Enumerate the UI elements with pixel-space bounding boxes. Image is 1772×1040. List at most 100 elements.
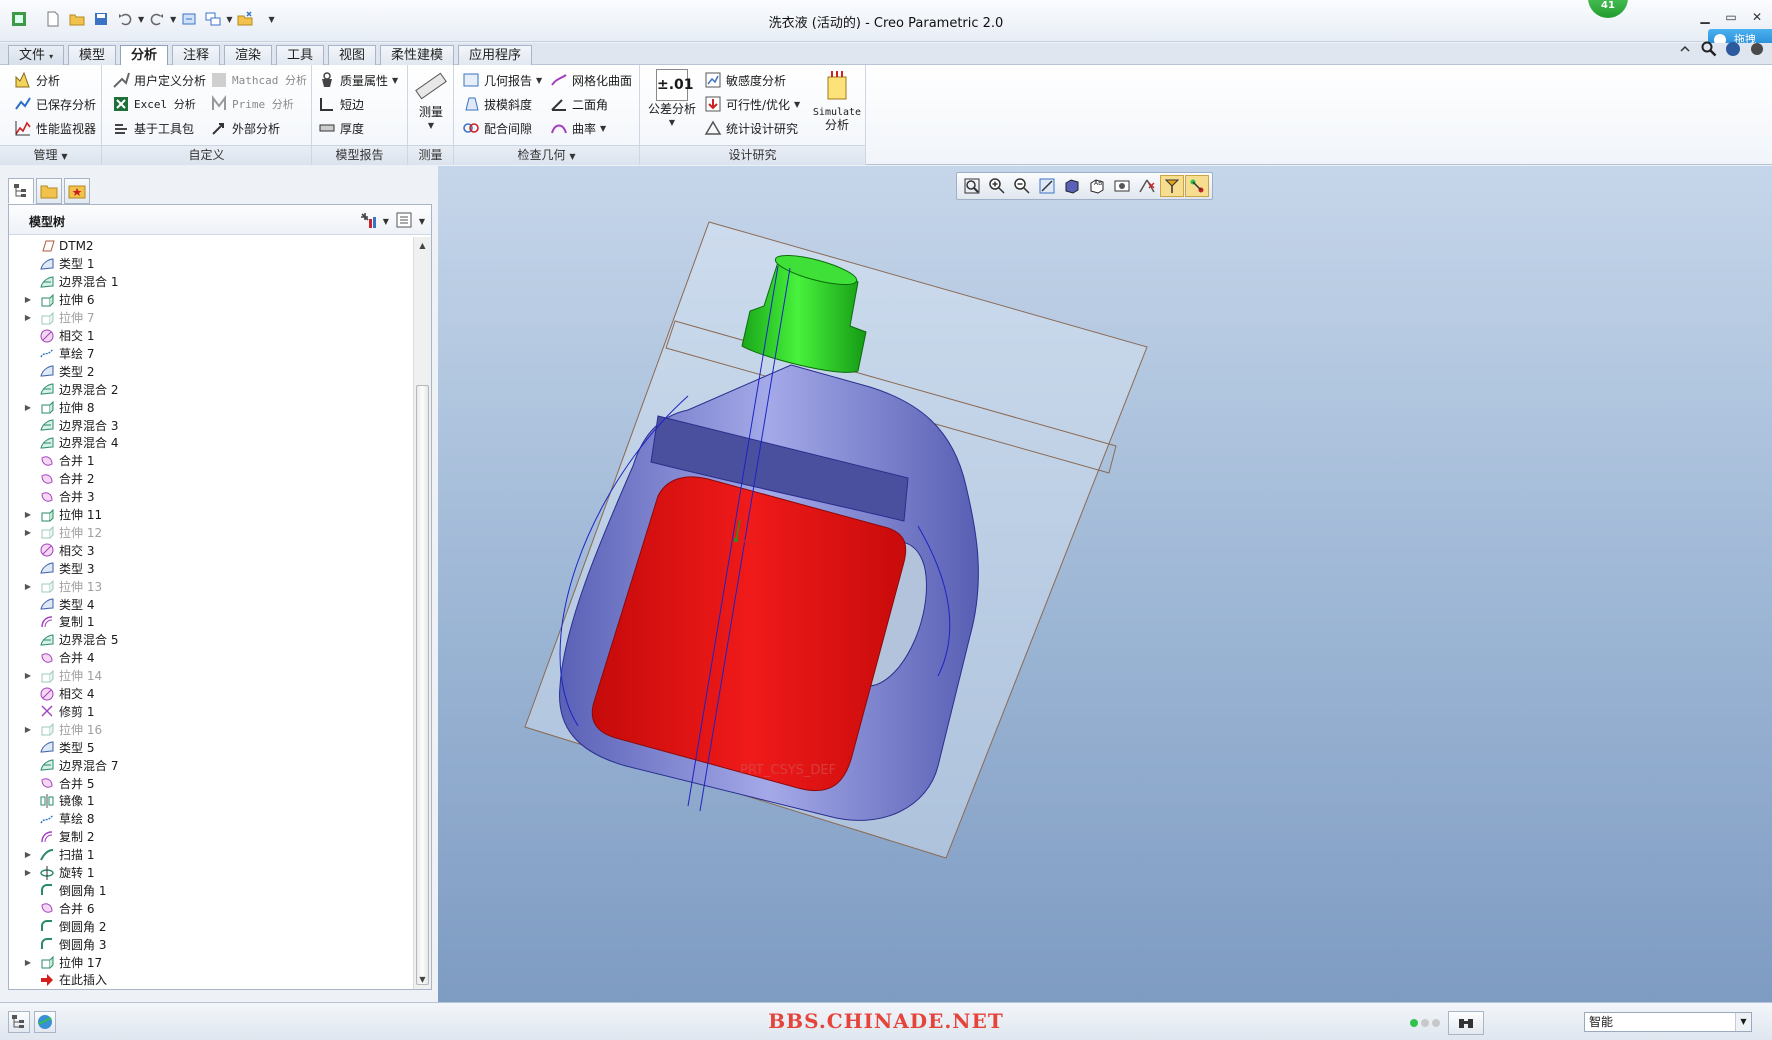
tree-item[interactable]: 草绘 8 xyxy=(9,810,413,828)
sensitivity-analysis-button[interactable]: 敏感度分析 xyxy=(704,69,786,91)
prime-analysis-button[interactable]: Prime 分析 xyxy=(210,93,294,115)
tree-item[interactable]: 相交 1 xyxy=(9,327,413,345)
measure-button[interactable]: 测量 ▼ xyxy=(414,69,448,132)
user-defined-analysis-button[interactable]: 用户定义分析 xyxy=(112,69,206,91)
tab-analysis[interactable]: 分析 xyxy=(120,45,169,66)
short-edge-button[interactable]: 短边 xyxy=(318,93,364,115)
tree-item[interactable]: 合并 4 xyxy=(9,649,413,667)
external-analysis-button[interactable]: 外部分析 xyxy=(210,117,280,139)
graphics-viewport[interactable]: PRT_CSYS_DEF xyxy=(438,166,1772,1002)
folder-browser-tab[interactable] xyxy=(36,178,62,204)
tree-item[interactable]: 类型 5 xyxy=(9,738,413,756)
bottle-model[interactable]: PRT_CSYS_DEF xyxy=(438,166,1772,1002)
measure-dropdown-icon[interactable]: ▼ xyxy=(414,119,448,132)
geometry-report-dropdown-icon[interactable]: ▼ xyxy=(536,76,542,85)
tree-item[interactable]: ▶ 拉伸 14 xyxy=(9,667,413,685)
tree-item[interactable]: 倒圆角 2 xyxy=(9,917,413,935)
tree-item[interactable]: 倒圆角 3 xyxy=(9,935,413,953)
tree-item[interactable]: 倒圆角 1 xyxy=(9,881,413,899)
clearance-button[interactable]: 配合间隙 xyxy=(462,117,532,139)
tree-item[interactable]: 边界混合 4 xyxy=(9,434,413,452)
tree-item[interactable]: 类型 4 xyxy=(9,595,413,613)
tree-item[interactable]: 合并 5 xyxy=(9,774,413,792)
tree-item[interactable]: ▶ 拉伸 16 xyxy=(9,720,413,738)
scroll-thumb[interactable] xyxy=(416,385,429,985)
model-tree-tab[interactable] xyxy=(8,178,34,204)
tree-item[interactable]: 镜像 1 xyxy=(9,792,413,810)
expand-arrow-icon[interactable]: ▶ xyxy=(21,850,35,859)
thickness-button[interactable]: 厚度 xyxy=(318,117,364,139)
tab-annotate[interactable]: 注释 xyxy=(172,45,221,65)
feasibility-dropdown-icon[interactable]: ▼ xyxy=(794,100,800,109)
help-menu-icon[interactable] xyxy=(1748,40,1766,58)
group-manage-label[interactable]: 管理 ▼ xyxy=(0,145,101,165)
help-icon[interactable] xyxy=(1724,40,1742,58)
tree-item[interactable]: 合并 2 xyxy=(9,470,413,488)
tree-item[interactable]: ▶ 拉伸 6 xyxy=(9,291,413,309)
zoom-in-icon[interactable] xyxy=(985,175,1009,197)
tree-item[interactable]: ▶ 拉伸 12 xyxy=(9,523,413,541)
view-manager-icon[interactable] xyxy=(1110,175,1134,197)
tab-applications[interactable]: 应用程序 xyxy=(458,45,533,65)
tree-item[interactable]: DTM2 xyxy=(9,237,413,255)
tree-item[interactable]: 相交 3 xyxy=(9,541,413,559)
show-columns-dropdown-icon[interactable]: ▼ xyxy=(419,217,425,226)
tree-item[interactable]: 相交 4 xyxy=(9,685,413,703)
draft-button[interactable]: 拔模斜度 xyxy=(462,93,532,115)
tree-item[interactable]: ▶ 扫描 1 xyxy=(9,846,413,864)
feasibility-optimization-button[interactable]: 可行性/优化 ▼ xyxy=(704,93,800,115)
curvature-button[interactable]: 曲率 ▼ xyxy=(550,117,606,139)
tree-item[interactable]: ▶ 拉伸 8 xyxy=(9,398,413,416)
simulate-analysis-button[interactable]: Simulate 分析 xyxy=(810,69,864,132)
favorites-tab[interactable] xyxy=(64,178,90,204)
tree-settings-dropdown-icon[interactable]: ▼ xyxy=(383,217,389,226)
tab-view[interactable]: 视图 xyxy=(328,45,377,65)
annotation-display-icon[interactable] xyxy=(1185,175,1209,197)
mass-properties-dropdown-icon[interactable]: ▼ xyxy=(392,76,398,85)
expand-arrow-icon[interactable]: ▶ xyxy=(21,295,35,304)
tab-render[interactable]: 渲染 xyxy=(224,45,273,65)
tree-item[interactable]: 合并 6 xyxy=(9,899,413,917)
tree-item[interactable]: 合并 3 xyxy=(9,488,413,506)
scroll-up-icon[interactable]: ▲ xyxy=(416,239,429,253)
excel-analysis-button[interactable]: Excel 分析 xyxy=(112,93,196,115)
group-inspect-geometry-label[interactable]: 检查几何 ▼ xyxy=(454,145,639,165)
collapse-ribbon-icon[interactable] xyxy=(1676,40,1694,58)
tree-item[interactable]: 边界混合 7 xyxy=(9,756,413,774)
scroll-down-icon[interactable]: ▼ xyxy=(416,973,429,987)
tree-item[interactable]: 修剪 1 xyxy=(9,702,413,720)
tree-item[interactable]: 类型 3 xyxy=(9,559,413,577)
tree-item[interactable]: 边界混合 1 xyxy=(9,273,413,291)
mesh-surface-button[interactable]: 网格化曲面 xyxy=(550,69,632,91)
tree-item[interactable]: ▶ 拉伸 17 xyxy=(9,953,413,971)
expand-arrow-icon[interactable]: ▶ xyxy=(21,958,35,967)
tree-item[interactable]: 在此插入 xyxy=(9,971,413,989)
tree-item[interactable]: ▶ 拉伸 11 xyxy=(9,506,413,524)
expand-arrow-icon[interactable]: ▶ xyxy=(21,868,35,877)
zoom-out-icon[interactable] xyxy=(1010,175,1034,197)
tree-item[interactable]: 类型 1 xyxy=(9,255,413,273)
tree-item[interactable]: ▶ 旋转 1 xyxy=(9,864,413,882)
tab-tools[interactable]: 工具 xyxy=(276,45,325,65)
search-icon[interactable] xyxy=(1700,40,1718,58)
tree-scrollbar[interactable]: ▲ ▼ xyxy=(413,237,431,989)
curvature-dropdown-icon[interactable]: ▼ xyxy=(600,124,606,133)
tree-item[interactable]: 合并 1 xyxy=(9,452,413,470)
minimize-icon[interactable]: ▁ xyxy=(1698,10,1712,24)
tab-file[interactable]: 文件 ▾ xyxy=(8,45,65,65)
maximize-icon[interactable]: ▭ xyxy=(1724,10,1738,24)
tab-model[interactable]: 模型 xyxy=(68,45,117,65)
tree-item[interactable]: 草绘 7 xyxy=(9,344,413,362)
expand-arrow-icon[interactable]: ▶ xyxy=(21,725,35,734)
tab-flexible-modeling[interactable]: 柔性建模 xyxy=(380,45,455,65)
expand-arrow-icon[interactable]: ▶ xyxy=(21,582,35,591)
statistical-design-study-button[interactable]: 统计设计研究 xyxy=(704,117,798,139)
analysis-button[interactable]: 分析 xyxy=(14,69,60,91)
repaint-icon[interactable] xyxy=(1035,175,1059,197)
expand-arrow-icon[interactable]: ▶ xyxy=(21,403,35,412)
spin-center-icon[interactable] xyxy=(1160,175,1184,197)
tree-item[interactable]: ▶ 拉伸 13 xyxy=(9,577,413,595)
datum-display-icon[interactable] xyxy=(1135,175,1159,197)
tolerance-analysis-button[interactable]: ±.01 公差分析 ▼ xyxy=(644,69,700,129)
expand-arrow-icon[interactable]: ▶ xyxy=(21,671,35,680)
